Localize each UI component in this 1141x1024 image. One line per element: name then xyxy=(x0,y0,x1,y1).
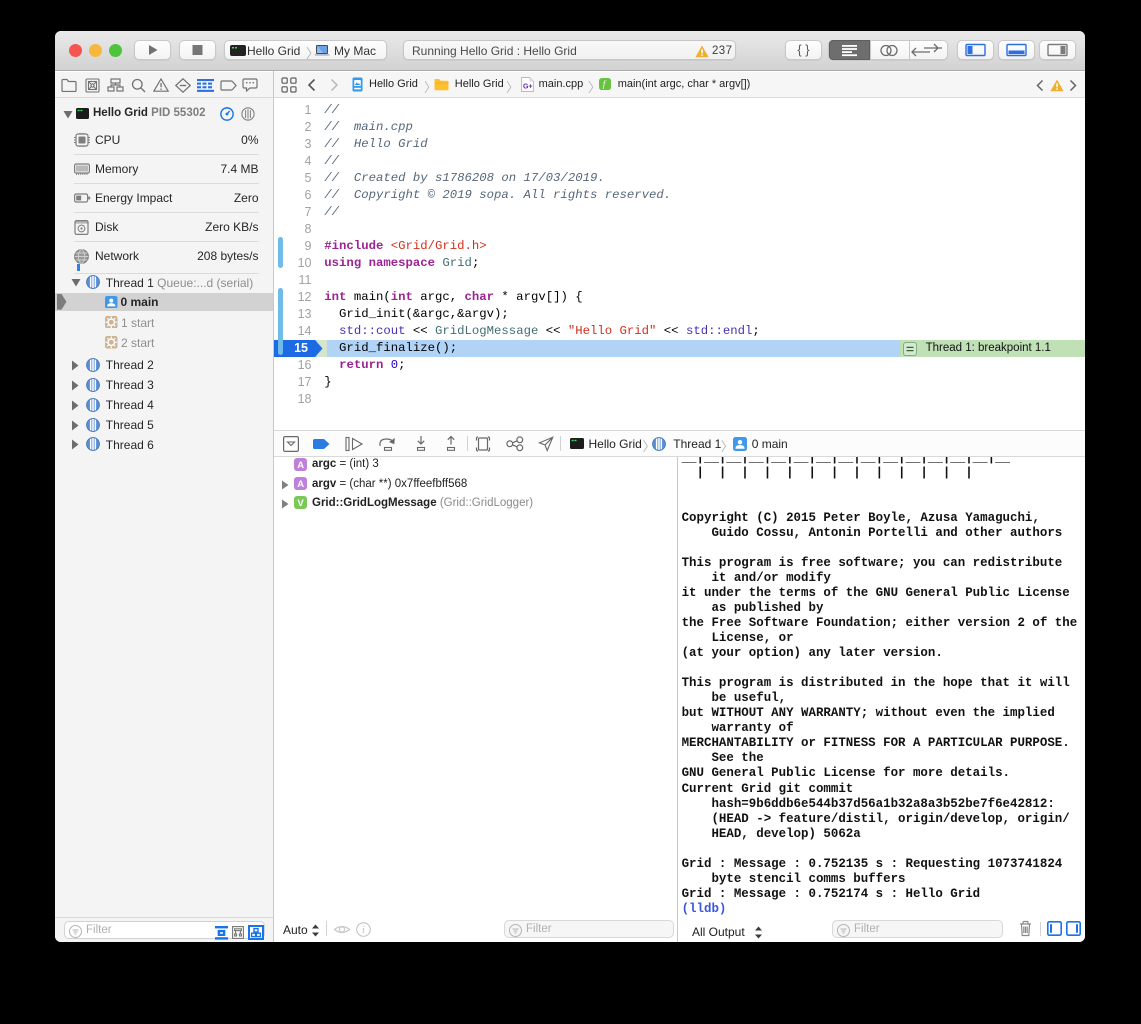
svg-text:A: A xyxy=(297,479,304,490)
svg-text:V: V xyxy=(297,498,304,509)
svg-text:A: A xyxy=(297,460,304,471)
svg-text:i: i xyxy=(362,925,365,936)
svg-text:G+: G+ xyxy=(523,84,533,91)
